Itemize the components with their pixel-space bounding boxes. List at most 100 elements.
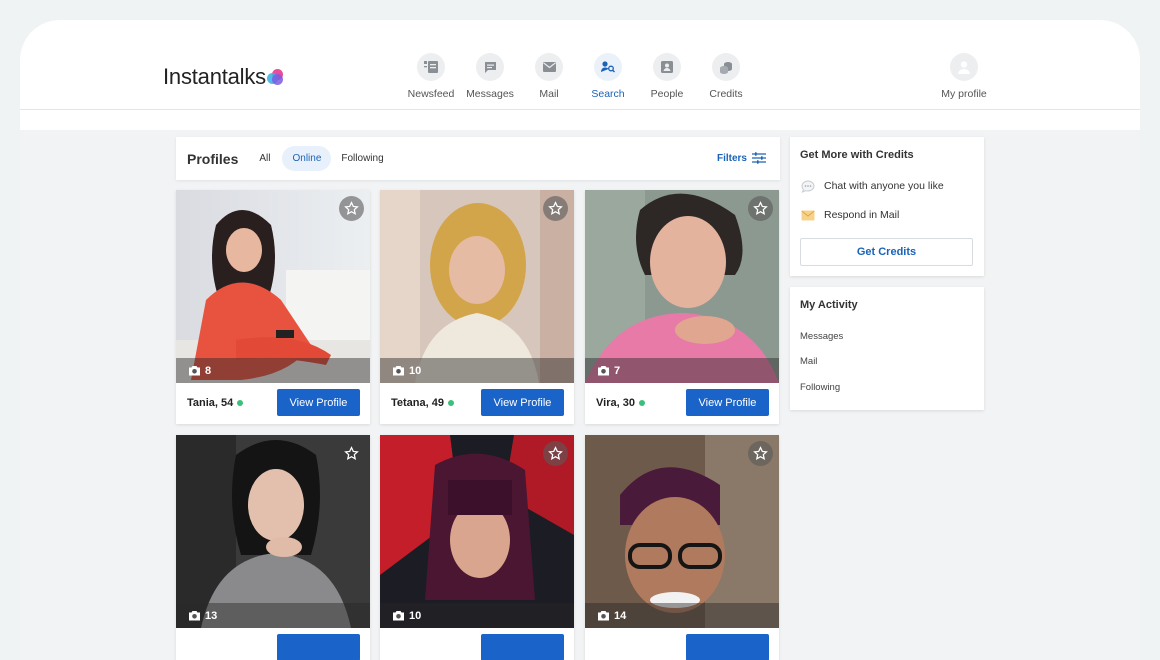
profile-photo[interactable] [380, 435, 574, 628]
photo-count-value: 7 [614, 364, 621, 377]
nav-my-profile[interactable]: My profile [934, 53, 994, 100]
brand-logo[interactable]: Instantalks [163, 64, 283, 90]
feature-mail: Respond in Mail [800, 207, 899, 223]
nav-mail[interactable]: Mail [519, 53, 579, 100]
online-status-dot [448, 400, 454, 406]
star-icon [753, 446, 768, 461]
online-status-dot [638, 400, 645, 406]
top-header: Instantalks Newsfeed Messages Mail Searc… [20, 20, 1140, 110]
feature-chat: Chat with anyone you like [800, 178, 944, 194]
credits-icon [712, 53, 740, 81]
nav-label: Newsfeed [407, 88, 455, 100]
profile-name-text: Vira, 30 [596, 397, 635, 409]
tab-online[interactable]: Online [282, 146, 332, 171]
newsfeed-icon [417, 53, 445, 81]
profile-photo[interactable] [585, 190, 779, 383]
favorite-star-button[interactable] [339, 196, 364, 221]
chat-bubble-icon [800, 178, 816, 194]
view-profile-button[interactable]: View Profile [686, 389, 769, 416]
activity-following-link[interactable]: Following [800, 382, 840, 393]
header-strip [20, 110, 1140, 130]
photo-count-value: 13 [205, 609, 218, 622]
brand-name: Instantalks [163, 64, 266, 89]
mail-icon [535, 53, 563, 81]
messages-icon [476, 53, 504, 81]
photo-count-value: 10 [409, 609, 422, 622]
star-icon [753, 201, 768, 216]
view-profile-button[interactable] [686, 634, 769, 660]
star-icon [548, 446, 563, 461]
view-profile-button[interactable] [277, 634, 360, 660]
camera-icon [598, 366, 609, 376]
photo-count: 7 [585, 358, 779, 383]
profile-card[interactable]: 7 Vira, 30 View Profile [585, 190, 779, 424]
search-icon [594, 53, 622, 81]
card-footer: Tania, 54 View Profile [176, 383, 370, 424]
nav-label: My profile [941, 88, 987, 100]
profiles-title: Profiles [187, 150, 239, 167]
credits-panel: Get More with Credits Chat with anyone y… [790, 137, 984, 276]
nav-people[interactable]: People [637, 53, 697, 100]
brand-logo-mark-icon [266, 69, 283, 85]
card-footer: Tetana, 49 View Profile [380, 383, 574, 424]
feature-mail-label: Respond in Mail [824, 209, 900, 221]
profile-card[interactable]: 14 [585, 435, 779, 660]
get-credits-button[interactable]: Get Credits [800, 238, 973, 266]
view-profile-button[interactable]: View Profile [481, 389, 564, 416]
activity-mail-link[interactable]: Mail [800, 356, 817, 367]
filters-label: Filters [716, 152, 747, 164]
profile-photo[interactable] [380, 190, 574, 383]
favorite-star-button[interactable] [339, 441, 364, 466]
star-icon [344, 201, 359, 216]
profile-card[interactable]: 10 Tetana, 49 View Profile [380, 190, 574, 424]
avatar-icon [950, 53, 978, 81]
nav-messages[interactable]: Messages [460, 53, 520, 100]
feature-chat-label: Chat with anyone you like [824, 180, 944, 192]
nav-label: People [650, 88, 684, 100]
photo-count-value: 8 [205, 364, 212, 377]
photo-count-value: 10 [409, 364, 422, 377]
photo-count-value: 14 [614, 609, 627, 622]
card-footer [380, 628, 574, 660]
camera-icon [189, 611, 200, 621]
profile-name-text: Tetana, 49 [391, 397, 444, 409]
people-icon [653, 53, 681, 81]
activity-messages-link[interactable]: Messages [800, 331, 843, 342]
profile-card[interactable]: 10 [380, 435, 574, 660]
photo-count: 14 [585, 603, 779, 628]
profile-name: Tania, 54 [187, 397, 244, 409]
view-profile-button[interactable] [481, 634, 564, 660]
tab-following[interactable]: Following [331, 146, 393, 171]
favorite-star-button[interactable] [543, 196, 568, 221]
filters-button[interactable]: Filters [717, 152, 766, 164]
nav-label: Credits [709, 88, 743, 100]
card-footer [176, 628, 370, 660]
profile-photo[interactable] [176, 435, 370, 628]
favorite-star-button[interactable] [748, 441, 773, 466]
favorite-star-button[interactable] [748, 196, 773, 221]
camera-icon [598, 611, 609, 621]
nav-label: Messages [466, 88, 514, 100]
camera-icon [393, 366, 404, 376]
camera-icon [189, 366, 200, 376]
view-profile-button[interactable]: View Profile [277, 389, 360, 416]
photo-count: 8 [176, 358, 370, 383]
envelope-icon [800, 207, 816, 223]
nav-label: Search [591, 88, 625, 100]
star-icon [344, 446, 359, 461]
profile-card[interactable]: 8 Tania, 54 View Profile [176, 190, 370, 424]
profile-card[interactable]: 13 [176, 435, 370, 660]
sliders-icon [752, 152, 766, 164]
nav-newsfeed[interactable]: Newsfeed [401, 53, 461, 100]
favorite-star-button[interactable] [543, 441, 568, 466]
tab-all[interactable]: All [249, 146, 280, 171]
profile-photo[interactable] [585, 435, 779, 628]
photo-count: 10 [380, 603, 574, 628]
profile-photo[interactable] [176, 190, 370, 383]
nav-search[interactable]: Search [578, 53, 638, 100]
nav-credits[interactable]: Credits [696, 53, 756, 100]
online-status-dot [237, 400, 244, 406]
profile-name: Vira, 30 [596, 397, 645, 409]
profile-name-text: Tania, 54 [187, 397, 234, 409]
camera-icon [393, 611, 404, 621]
